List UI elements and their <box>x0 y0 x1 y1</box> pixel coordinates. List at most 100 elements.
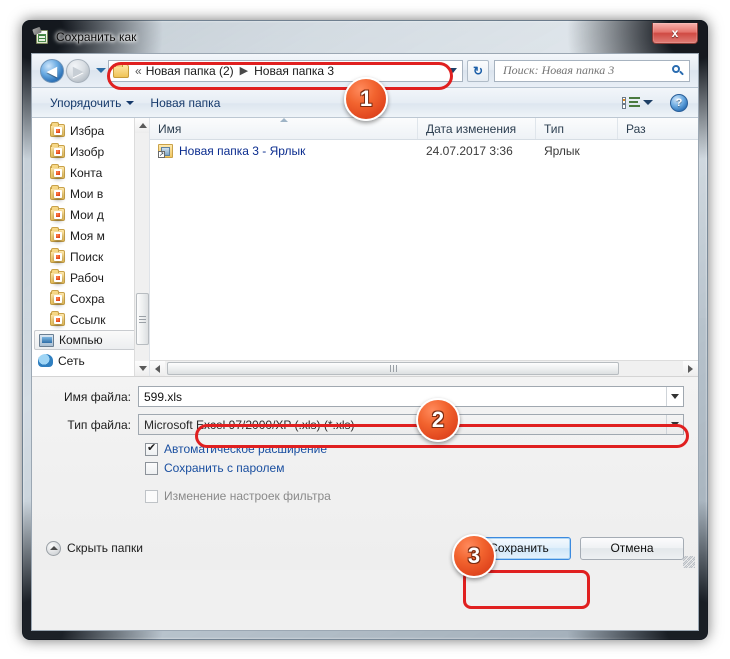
horizontal-scroll-thumb[interactable] <box>167 361 619 375</box>
close-icon: x <box>671 26 679 40</box>
filetype-combo[interactable]: Microsoft Excel 97/2000/XP (.xls) (*.xls… <box>138 414 684 435</box>
folder-searches-icon <box>50 248 65 263</box>
folder-saved-games-icon <box>50 290 65 305</box>
sidebar-item-label: Моя м <box>70 228 105 243</box>
navigation-pane-scroll-thumb[interactable] <box>136 293 149 345</box>
checkbox-indicator[interactable] <box>145 462 158 475</box>
refresh-icon: ↻ <box>472 63 484 78</box>
column-header-label: Имя <box>158 121 182 136</box>
chevron-down-icon <box>126 100 135 105</box>
folder-pictures-icon <box>50 143 65 158</box>
forward-button[interactable]: ▶ <box>66 58 90 83</box>
history-dropdown-button[interactable] <box>94 59 108 83</box>
folder-contacts-icon <box>50 164 65 179</box>
file-list-horizontal-scrollbar[interactable] <box>150 360 698 376</box>
new-folder-button[interactable]: Новая папка <box>142 93 228 113</box>
table-row[interactable]: ↗ Новая папка 3 - Ярлык 24.07.2017 3:36 … <box>150 140 698 162</box>
sidebar-item-saved-games[interactable]: Сохра <box>32 288 149 309</box>
checkbox-indicator <box>145 490 158 503</box>
sidebar-item-pictures[interactable]: Изобр <box>32 141 149 162</box>
checkbox-automatic-extension[interactable]: Автоматическое расширение <box>145 442 684 456</box>
scroll-down-arrow-icon[interactable] <box>135 361 149 376</box>
sidebar-item-searches[interactable]: Поиск <box>32 246 149 267</box>
annotation-badge-3: 3 <box>452 534 496 578</box>
dialog-footer: Скрыть папки Сохранить Отмена <box>32 526 698 570</box>
back-button[interactable]: ◀ <box>40 58 64 83</box>
dialog-buttons: Сохранить Отмена <box>467 536 684 560</box>
help-icon: ? <box>675 96 683 109</box>
scroll-left-arrow-icon[interactable] <box>150 361 165 376</box>
filename-label: Имя файла: <box>64 389 131 404</box>
breadcrumb-overflow[interactable]: « <box>133 64 144 78</box>
help-button[interactable]: ? <box>670 93 688 112</box>
resize-grip[interactable] <box>683 556 695 568</box>
checkbox-edit-filter-settings: Изменение настроек фильтра <box>145 489 684 503</box>
navigation-pane-list: Избра Изобр Конта Мои в Мои д Моя м Поис… <box>32 118 149 371</box>
folder-documents-icon <box>50 206 65 221</box>
view-dropdown-button[interactable] <box>640 100 656 105</box>
folder-icon <box>113 62 129 78</box>
network-icon <box>38 354 53 367</box>
file-name-cell[interactable]: ↗ Новая папка 3 - Ярлык <box>150 144 418 158</box>
view-list-icon[interactable] <box>622 96 640 110</box>
filename-row: Имя файла: 599.xls <box>46 386 684 407</box>
sidebar-item-label: Компью <box>59 333 103 347</box>
computer-icon <box>39 333 54 347</box>
cancel-button[interactable]: Отмена <box>580 536 684 560</box>
file-list-rows: ↗ Новая папка 3 - Ярлык 24.07.2017 3:36 … <box>150 140 698 162</box>
column-header-date-modified[interactable]: Дата изменения <box>418 118 536 139</box>
column-header-size[interactable]: Раз <box>618 118 660 139</box>
organize-button[interactable]: Упорядочить <box>42 93 142 113</box>
column-header-name[interactable]: Имя <box>150 118 418 139</box>
filetype-dropdown-button[interactable] <box>666 415 683 434</box>
annotation-badge-2: 2 <box>416 398 460 442</box>
filename-combo[interactable]: 599.xls <box>138 386 684 407</box>
navigation-pane: Избра Изобр Конта Мои в Мои д Моя м Поис… <box>32 118 150 376</box>
filename-input[interactable]: 599.xls <box>144 390 666 404</box>
sidebar-item-label: Ссылк <box>70 312 106 327</box>
address-bar[interactable]: « Новая папка (2) ▶ Новая папка 3 <box>108 59 463 82</box>
checkbox-save-with-password[interactable]: Сохранить с паролем <box>145 461 684 475</box>
navigation-pane-scrollbar[interactable] <box>134 118 149 376</box>
filetype-row: Тип файла: Microsoft Excel 97/2000/XP (.… <box>46 414 684 435</box>
new-folder-label: Новая папка <box>150 95 221 110</box>
refresh-button[interactable]: ↻ <box>467 59 489 82</box>
chevron-up-circle-icon <box>46 540 61 556</box>
sidebar-item-computer[interactable]: Компью <box>34 330 147 350</box>
sidebar-item-label: Конта <box>70 165 103 180</box>
sidebar-item-contacts[interactable]: Конта <box>32 162 149 183</box>
address-dropdown-button[interactable] <box>444 61 462 81</box>
sidebar-item-links[interactable]: Ссылк <box>32 309 149 330</box>
scroll-up-arrow-icon[interactable] <box>135 118 149 133</box>
annotation-badge-1: 1 <box>344 77 388 121</box>
excel-save-icon <box>32 26 50 45</box>
sidebar-item-music[interactable]: Моя м <box>32 225 149 246</box>
sidebar-item-favorites[interactable]: Избра <box>32 120 149 141</box>
filename-dropdown-button[interactable] <box>666 387 683 406</box>
horizontal-scroll-track[interactable] <box>165 361 683 377</box>
sidebar-item-label: Сохра <box>70 291 105 306</box>
sidebar-item-label: Мои д <box>70 207 104 222</box>
back-arrow-icon: ◀ <box>47 63 57 78</box>
folder-favorites-icon <box>50 122 65 137</box>
scroll-right-arrow-icon[interactable] <box>683 361 698 376</box>
search-input[interactable] <box>501 62 671 79</box>
search-box[interactable] <box>494 59 690 82</box>
sidebar-item-label: Сеть <box>58 353 85 368</box>
checkbox-indicator[interactable] <box>145 442 158 456</box>
sidebar-item-label: Изобр <box>70 144 105 159</box>
breadcrumb-item-1[interactable]: Новая папка 3 <box>252 64 336 78</box>
organize-label: Упорядочить <box>50 95 122 110</box>
column-header-type[interactable]: Тип <box>536 118 618 139</box>
breadcrumb-item-0[interactable]: Новая папка (2) <box>144 64 236 78</box>
sidebar-item-label: Поиск <box>70 249 104 264</box>
sidebar-item-desktop[interactable]: Рабоч <box>32 267 149 288</box>
sidebar-item-documents[interactable]: Мои д <box>32 204 149 225</box>
hide-folders-button[interactable]: Скрыть папки <box>46 540 143 556</box>
close-button[interactable]: x <box>652 23 698 44</box>
sidebar-item-network[interactable]: Сеть <box>32 350 149 371</box>
chevron-down-icon <box>671 394 679 399</box>
sidebar-item-videos[interactable]: Мои в <box>32 183 149 204</box>
file-name-label: Новая папка 3 - Ярлык <box>179 144 306 158</box>
window-title: Сохранить как <box>56 30 137 44</box>
